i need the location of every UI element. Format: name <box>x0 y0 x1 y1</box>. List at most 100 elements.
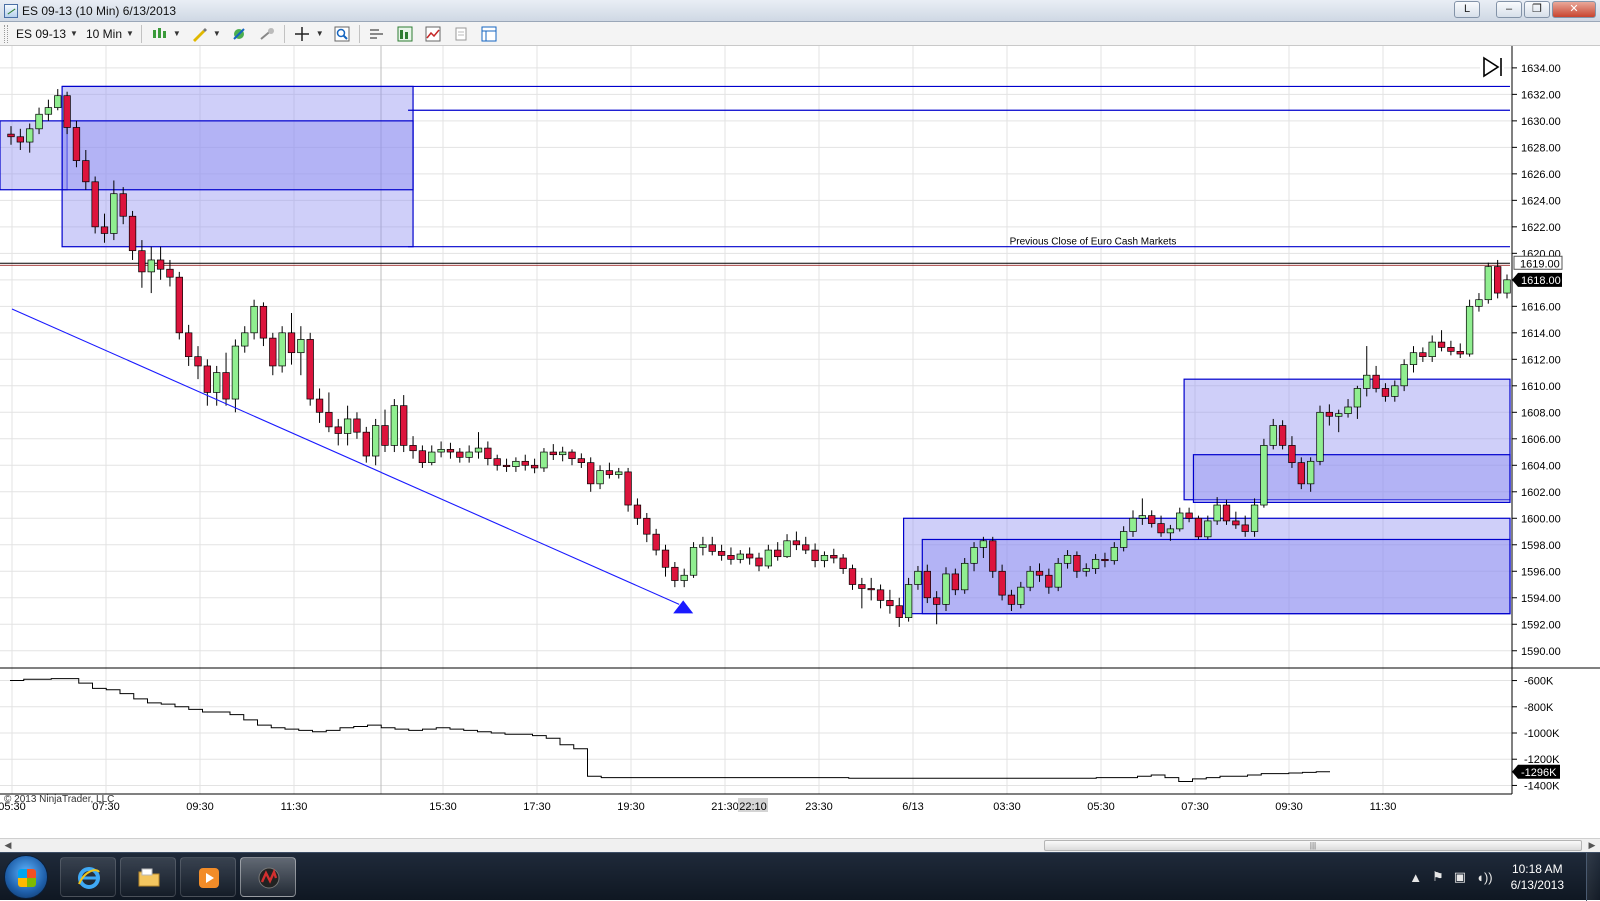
scroll-to-end-button[interactable] <box>1480 56 1504 78</box>
price-tick-label: 1614.00 <box>1521 328 1561 340</box>
candle-up <box>904 584 913 618</box>
media-player-icon <box>199 868 219 888</box>
chart-trader-button[interactable] <box>419 24 447 44</box>
annotation[interactable]: Previous Close of Euro Cash Markets <box>1010 236 1177 247</box>
candle-down <box>848 568 857 585</box>
candle-up <box>437 449 445 453</box>
candle-up <box>241 332 249 347</box>
candle-up <box>1129 517 1137 532</box>
interval-selector[interactable]: 10 Min ▼ <box>82 24 138 44</box>
horizontal-scrollbar[interactable]: ◀ ||| ▶ <box>0 838 1600 852</box>
network-icon[interactable]: ▣ <box>1454 869 1466 885</box>
candle-down <box>1194 517 1203 538</box>
candle-up <box>1026 570 1034 588</box>
candle-up <box>250 305 258 334</box>
candle-down <box>1157 523 1165 534</box>
strategy-button[interactable] <box>253 24 281 44</box>
candle-down <box>1232 520 1240 526</box>
scroll-thumb[interactable]: ||| <box>1044 840 1582 851</box>
toolbar-divider <box>358 24 360 43</box>
print-button[interactable] <box>447 24 475 44</box>
bar-type-button[interactable]: ▼ <box>145 24 185 44</box>
taskbar-ninjatrader[interactable] <box>240 857 296 897</box>
scroll-right-icon[interactable]: ▶ <box>1586 840 1598 852</box>
layout-button[interactable] <box>475 24 503 44</box>
price-tick-label: 1596.00 <box>1521 566 1561 578</box>
candle-down <box>1419 352 1427 358</box>
candle-down <box>932 597 941 605</box>
time-tick-label: 05:30 <box>1087 801 1115 813</box>
candle-down <box>998 570 1006 596</box>
candle-down <box>82 160 90 183</box>
candle-down <box>222 372 230 400</box>
taskbar-file-explorer[interactable] <box>120 857 176 897</box>
candle-up <box>147 259 155 273</box>
candle-down <box>91 181 99 228</box>
candle-down <box>1222 504 1231 522</box>
time-tick-label: 21:30 <box>711 801 739 813</box>
properties-button[interactable] <box>363 24 391 44</box>
zoom-button[interactable] <box>328 24 356 44</box>
restore-button[interactable]: ❐ <box>1524 1 1550 18</box>
candle-down <box>138 250 146 273</box>
toolbar-grip[interactable] <box>4 24 8 43</box>
action-center-flag-icon[interactable]: ⚑ <box>1432 869 1444 885</box>
candle-up <box>428 451 436 463</box>
window-title: ES 09-13 (10 Min) 6/13/2013 <box>22 4 177 18</box>
close-button[interactable]: ✕ <box>1552 1 1596 18</box>
drawing-tool-button[interactable]: ▼ <box>185 24 225 44</box>
candle-down <box>446 449 455 453</box>
annotation-text[interactable]: Previous Close of Euro Cash Markets <box>1010 236 1177 247</box>
minimize-button[interactable]: – <box>1496 1 1522 18</box>
candle-down <box>577 458 585 463</box>
taskbar-media-player[interactable] <box>180 857 236 897</box>
tray-expand-icon[interactable]: ▲ <box>1409 870 1422 885</box>
candle-up <box>1250 504 1259 532</box>
price-chart[interactable]: 1634.00 1632.00 1630.00 1628.00 1626.00 1624.… <box>0 46 1600 838</box>
candle-down <box>876 589 885 601</box>
candle-down <box>1288 445 1296 463</box>
candle-down <box>802 544 810 551</box>
candle-down <box>923 570 931 599</box>
candle-down <box>493 458 501 466</box>
price-tick-label: 1598.00 <box>1521 540 1561 552</box>
candle-down <box>727 555 735 560</box>
taskbar: ▲ ⚑ ▣ ◖)) 10:18 AM 6/13/2013 <box>0 852 1600 901</box>
system-clock[interactable]: 10:18 AM 6/13/2013 <box>1511 861 1564 893</box>
candle-down <box>774 549 782 558</box>
candle-up <box>942 573 950 605</box>
chart-panel[interactable]: 1634.00 1632.00 1630.00 1628.00 1626.00 1624.… <box>0 46 1600 838</box>
candle-down <box>7 133 15 138</box>
candle-up <box>474 447 483 453</box>
candle-up <box>1091 558 1100 569</box>
start-button[interactable] <box>4 855 48 899</box>
candle-down <box>605 470 614 475</box>
candle-up <box>1316 411 1324 462</box>
zone-rectangles[interactable] <box>0 85 1511 615</box>
candle-up <box>1269 425 1277 446</box>
title-bar: ES 09-13 (10 Min) 6/13/2013 L – ❐ ✕ <box>0 0 1600 22</box>
candle-up <box>970 547 978 564</box>
indicator-button[interactable] <box>225 24 253 44</box>
scroll-left-icon[interactable]: ◀ <box>2 840 14 852</box>
candle-down <box>1493 266 1502 294</box>
level-button[interactable]: L <box>1454 1 1480 18</box>
cumulative-delta-indicator <box>10 678 1330 783</box>
candle-up <box>1353 388 1362 408</box>
candle-up <box>110 193 118 234</box>
volume-icon[interactable]: ◖)) <box>1476 870 1493 885</box>
candle-up <box>1082 568 1090 572</box>
candle-up <box>44 107 53 115</box>
show-desktop-button[interactable] <box>1586 853 1600 901</box>
instrument-selector[interactable]: ES 09-13 ▼ <box>12 24 82 44</box>
candle-down <box>1185 512 1193 519</box>
data-box-button[interactable] <box>391 24 419 44</box>
print-icon <box>455 27 467 40</box>
crosshair-button[interactable]: ▼ <box>288 24 328 44</box>
candle-up <box>372 425 380 457</box>
candle-up <box>465 451 473 458</box>
price-tick-label: 1610.00 <box>1521 381 1561 393</box>
candle-down <box>1035 570 1044 576</box>
candle-up <box>1213 504 1221 522</box>
taskbar-internet-explorer[interactable] <box>60 857 116 897</box>
